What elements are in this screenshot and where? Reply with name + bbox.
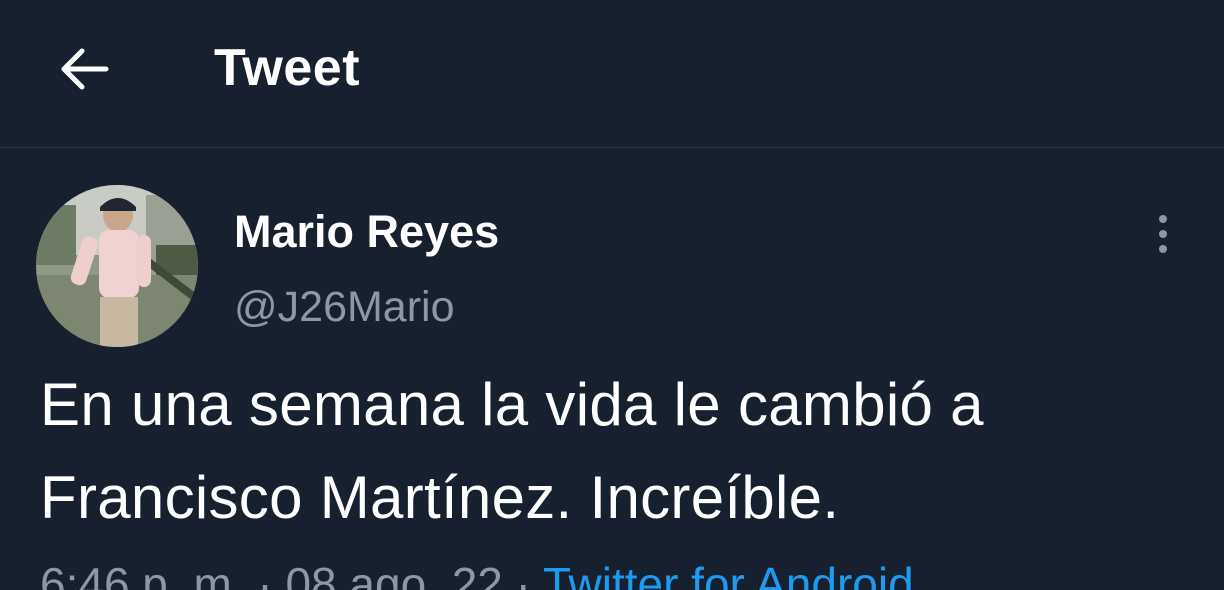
profile-photo [36,185,198,347]
top-bar: Tweet [0,0,1224,148]
display-name[interactable]: Mario Reyes [234,204,499,260]
meta-separator: · [257,558,273,590]
tweet-date: 08 ago. 22 [285,558,503,590]
tweet-screen: Tweet Mario Reyes @J26Mario En una seman… [0,0,1224,590]
tweet-source-link[interactable]: Twitter for Android [543,558,914,590]
back-button[interactable] [48,38,120,100]
more-options-button[interactable] [1140,206,1186,262]
arrow-left-icon [61,48,109,90]
avatar[interactable] [36,185,198,347]
page-title: Tweet [214,39,361,97]
tweet-time: 6:46 p. m. [40,558,245,590]
meta-separator: · [515,558,531,590]
tweet-meta: 6:46 p. m. · 08 ago. 22 · Twitter for An… [40,556,914,590]
username[interactable]: @J26Mario [234,280,455,334]
tweet-text: En una semana la vida le cambió a Franci… [40,371,984,531]
more-vertical-icon [1159,215,1167,253]
